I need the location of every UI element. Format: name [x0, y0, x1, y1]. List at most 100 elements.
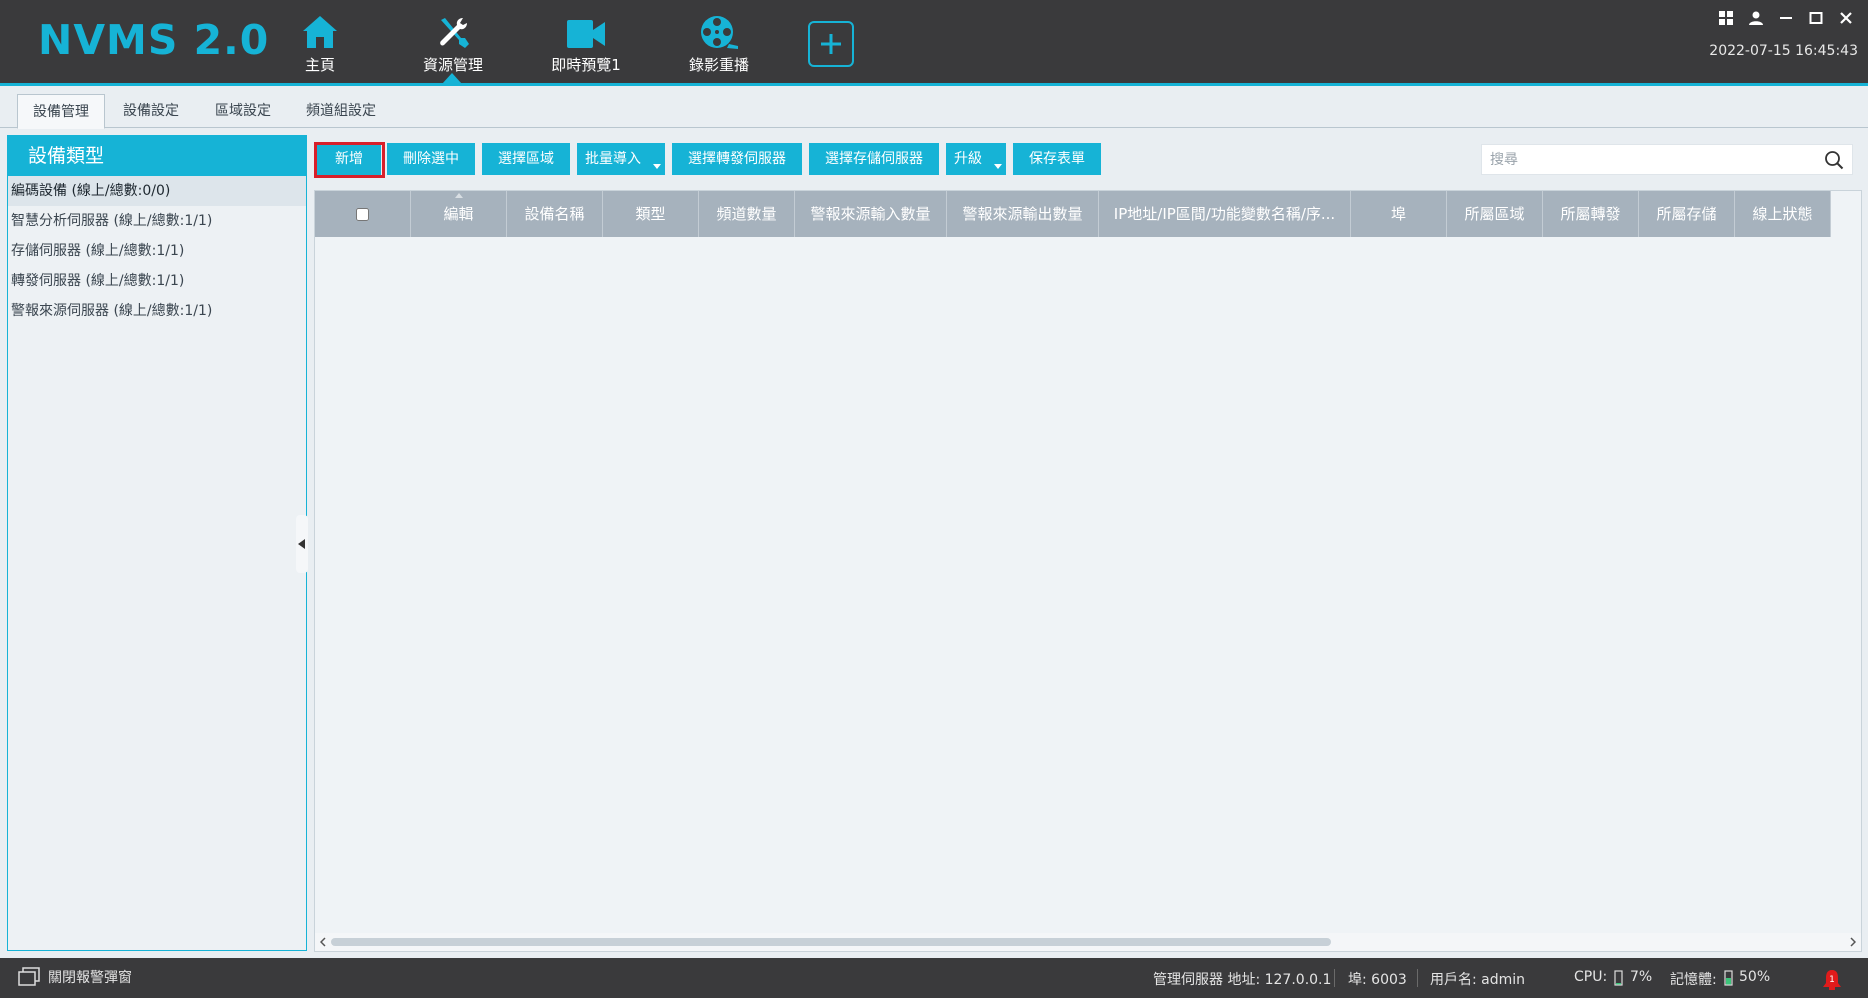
maximize-icon [1809, 12, 1823, 24]
maximize-button[interactable] [1806, 8, 1826, 28]
status-separator [1417, 969, 1418, 987]
search-box [1481, 144, 1853, 175]
batch-import-label: 批量導入 [585, 151, 641, 167]
app-logo: NVMS 2.0 [38, 16, 270, 64]
chevron-down-icon [653, 164, 661, 169]
tab-area-settings[interactable]: 區域設定 [200, 94, 286, 128]
nav-playback[interactable]: 錄影重播 [664, 12, 774, 74]
select-area-button[interactable]: 選擇區域 [482, 143, 570, 175]
upgrade-label: 升級 [954, 151, 982, 167]
nav-live-preview-label: 即時預覽1 [551, 56, 621, 74]
table-header: 編輯 設備名稱 類型 頻道數量 警報來源輸入數量 警報來源輸出數量 IP地址/I… [315, 191, 1831, 237]
device-type-title: 設備類型 [8, 136, 306, 176]
nav-playback-label: 錄影重播 [688, 56, 749, 74]
select-forward-server-button[interactable]: 選擇轉發伺服器 [672, 143, 802, 175]
alarm-bell-icon: 1 [1823, 970, 1841, 990]
column-header-device-name[interactable]: 設備名稱 [507, 191, 603, 237]
search-input[interactable] [1482, 145, 1802, 174]
minimize-icon [1780, 17, 1792, 19]
nav-home-label: 主頁 [304, 56, 335, 74]
select-storage-server-button[interactable]: 選擇存儲伺服器 [809, 143, 939, 175]
server-port: 埠: 6003 [1348, 972, 1407, 988]
alarm-count: 1 [1829, 975, 1835, 985]
scroll-right-button[interactable] [1848, 937, 1858, 947]
tab-device-management[interactable]: 設備管理 [17, 94, 105, 129]
sub-tab-bar: 設備管理 設備設定 區域設定 頻道組設定 [0, 86, 1868, 129]
memory-value: 50% [1739, 969, 1771, 985]
video-camera-icon [531, 12, 641, 50]
cpu-label: CPU: [1574, 969, 1608, 985]
column-header-port[interactable]: 埠 [1351, 191, 1447, 237]
column-header-channel-count[interactable]: 頻道數量 [699, 191, 795, 237]
server-address: 管理伺服器 地址: 127.0.0.1 [1153, 972, 1332, 988]
device-type-smart-analysis[interactable]: 智慧分析伺服器 (線上/總數:1/1) [8, 206, 306, 236]
close-icon [1840, 12, 1852, 24]
column-header-edit-label: 編輯 [443, 205, 474, 223]
chevron-left-icon [320, 937, 326, 947]
column-header-area[interactable]: 所屬區域 [1447, 191, 1543, 237]
add-view-button[interactable] [808, 21, 854, 67]
cpu-battery-icon [1614, 970, 1623, 986]
column-header-ip-address[interactable]: IP地址/IP區間/功能變數名稱/序... [1099, 191, 1351, 237]
tab-channel-group-settings[interactable]: 頻道組設定 [291, 94, 391, 128]
user-icon [1749, 11, 1763, 25]
search-button[interactable] [1824, 150, 1844, 170]
column-header-type[interactable]: 類型 [603, 191, 699, 237]
status-separator [1334, 969, 1335, 987]
cpu-value: 7% [1630, 969, 1653, 985]
horizontal-scrollbar[interactable] [315, 933, 1861, 951]
film-reel-icon [664, 12, 774, 50]
column-header-edit[interactable]: 編輯 [411, 191, 507, 237]
nav-home[interactable]: 主頁 [265, 12, 375, 74]
window-controls [1716, 8, 1856, 28]
select-all-cell [315, 191, 411, 237]
column-header-online-status[interactable]: 線上狀態 [1735, 191, 1831, 237]
home-icon [265, 12, 375, 50]
column-header-storage[interactable]: 所屬存儲 [1639, 191, 1735, 237]
select-all-checkbox[interactable] [356, 207, 369, 221]
scroll-left-button[interactable] [318, 937, 328, 947]
nav-resource-management[interactable]: 資源管理 [398, 12, 508, 74]
chevron-right-icon [1850, 937, 1856, 947]
nav-resource-management-label: 資源管理 [422, 56, 483, 74]
device-type-forward[interactable]: 轉發伺服器 (線上/總數:1/1) [8, 266, 306, 296]
add-button[interactable]: 新增 [317, 143, 381, 175]
column-header-alarm-output-count[interactable]: 警報來源輸出數量 [947, 191, 1099, 237]
scrollbar-thumb[interactable] [331, 938, 1331, 946]
top-header: NVMS 2.0 主頁 資源管理 即時預覽1 錄影重播 2022-07-15 1… [0, 0, 1868, 86]
memory-label: 記憶體: [1670, 972, 1717, 988]
tools-icon [398, 12, 508, 50]
delete-selected-button[interactable]: 刪除選中 [387, 143, 475, 175]
minimize-button[interactable] [1776, 8, 1796, 28]
popup-window-icon [18, 967, 40, 986]
username: 用戶名: admin [1430, 972, 1526, 988]
column-header-alarm-input-count[interactable]: 警報來源輸入數量 [795, 191, 947, 237]
close-alarm-popup-button[interactable]: 關閉報警彈窗 [18, 967, 132, 987]
device-type-encoder[interactable]: 編碼設備 (線上/總數:0/0) [8, 176, 306, 206]
device-type-alarm-source[interactable]: 警報來源伺服器 (線上/總數:1/1) [8, 296, 306, 326]
column-header-forward[interactable]: 所屬轉發 [1543, 191, 1639, 237]
grid-icon [1719, 11, 1733, 25]
active-nav-indicator [442, 73, 462, 84]
sort-ascending-icon [454, 193, 463, 198]
layout-grid-button[interactable] [1716, 8, 1736, 28]
alarm-notification-button[interactable]: 1 [1822, 969, 1842, 991]
panel-collapse-handle[interactable] [296, 515, 308, 573]
collapse-left-icon [298, 539, 305, 549]
chevron-down-icon [994, 164, 1002, 169]
plus-icon [821, 34, 841, 54]
batch-import-dropdown[interactable]: 批量導入 [577, 143, 665, 175]
close-alarm-popup-label: 關閉報警彈窗 [48, 970, 132, 986]
memory-battery-icon [1724, 970, 1733, 986]
device-table: 編輯 設備名稱 類型 頻道數量 警報來源輸入數量 警報來源輸出數量 IP地址/I… [314, 190, 1862, 952]
upgrade-dropdown[interactable]: 升級 [946, 143, 1006, 175]
nav-live-preview[interactable]: 即時預覽1 [531, 12, 641, 74]
device-type-panel: 設備類型 編碼設備 (線上/總數:0/0) 智慧分析伺服器 (線上/總數:1/1… [7, 135, 307, 951]
tab-device-settings[interactable]: 設備設定 [108, 94, 194, 128]
close-button[interactable] [1836, 8, 1856, 28]
search-icon [1825, 151, 1844, 170]
user-button[interactable] [1746, 8, 1766, 28]
device-type-storage[interactable]: 存儲伺服器 (線上/總數:1/1) [8, 236, 306, 266]
current-datetime: 2022-07-15 16:45:43 [1709, 43, 1858, 59]
save-form-button[interactable]: 保存表單 [1013, 143, 1101, 175]
